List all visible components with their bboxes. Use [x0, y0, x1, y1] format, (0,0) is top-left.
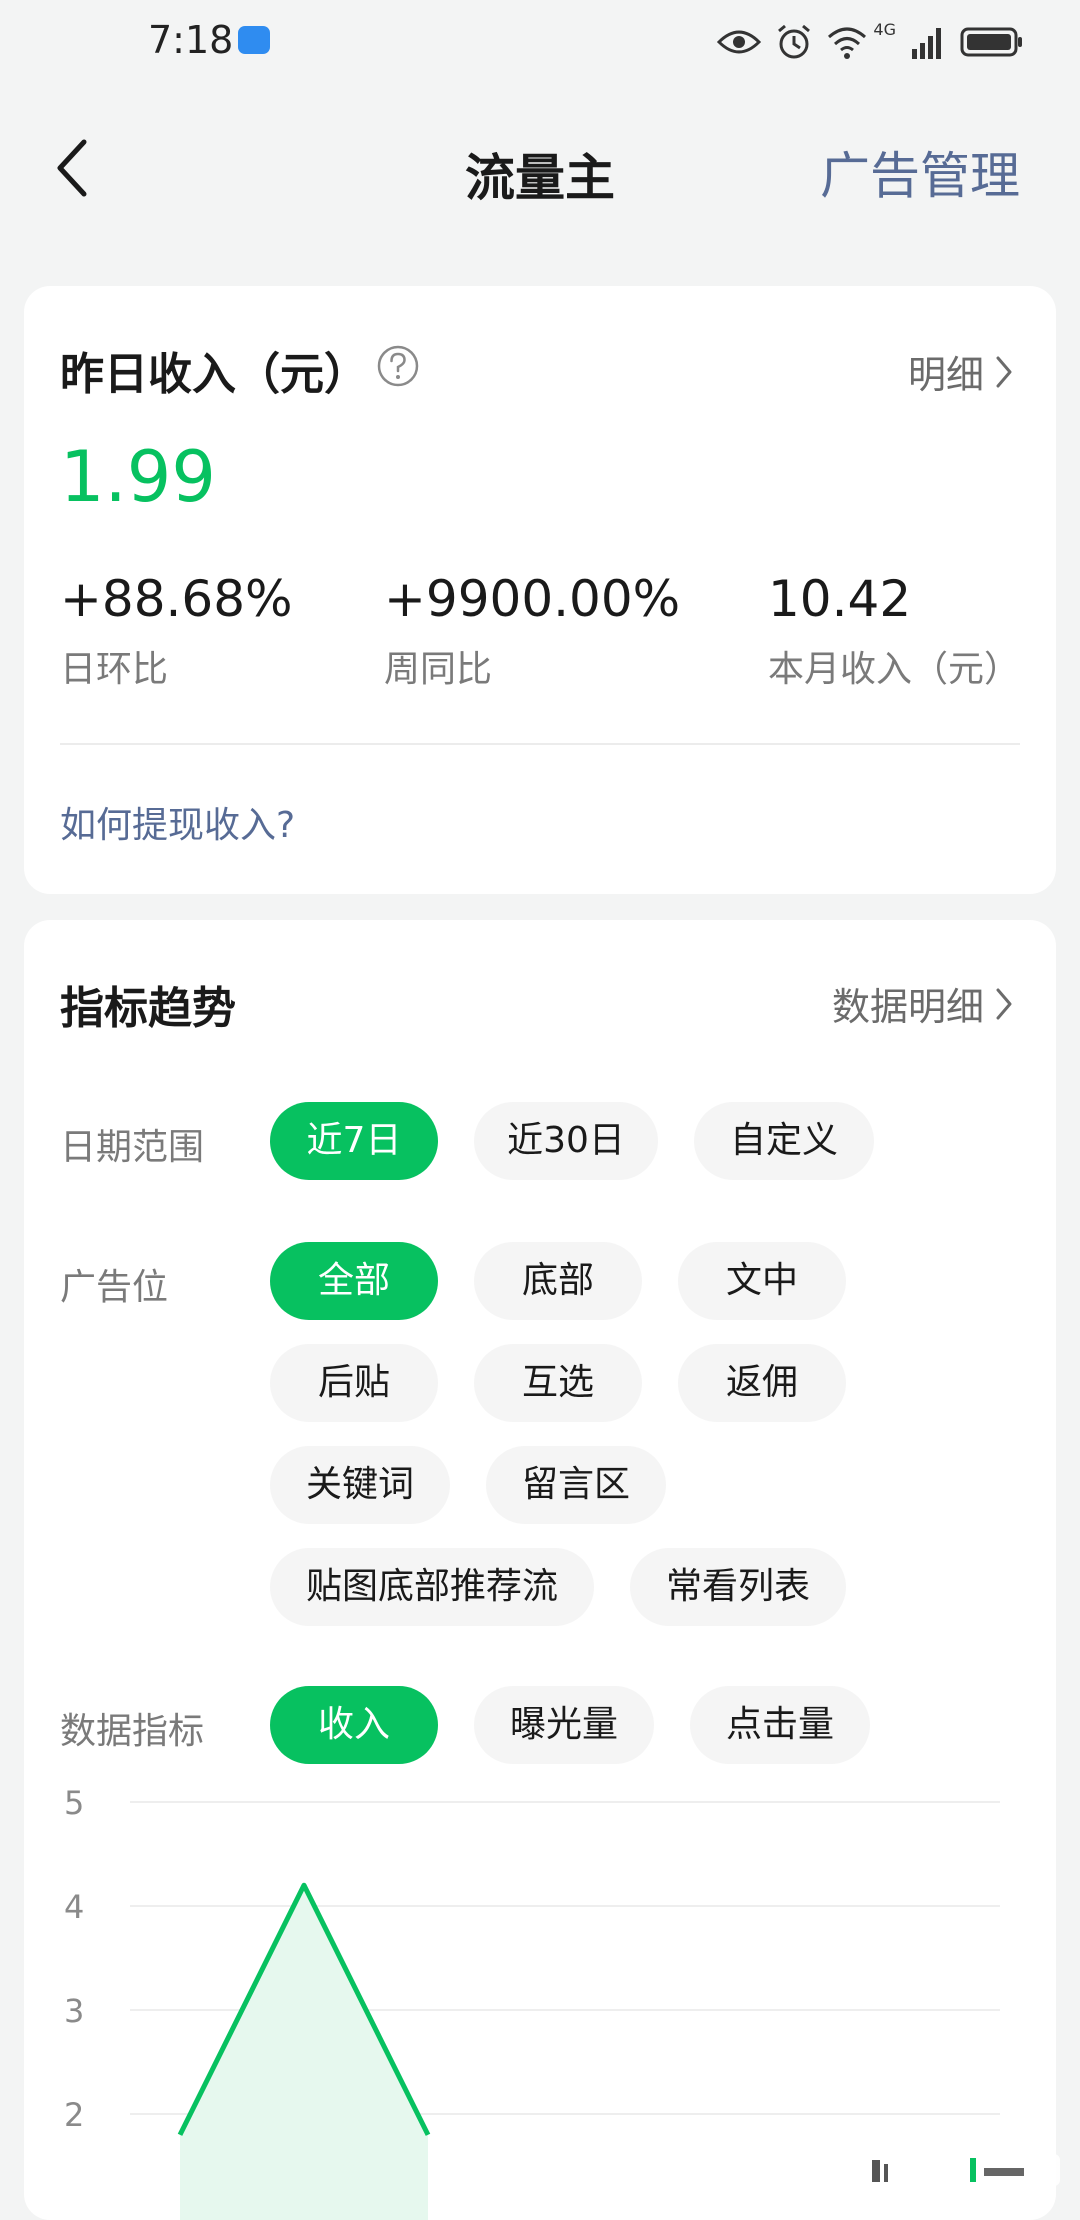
status-icons: 4G	[717, 20, 1024, 64]
status-bar: 7:18 4G	[0, 0, 1080, 84]
ad-position-chip-post-roll[interactable]: 后贴	[270, 1344, 438, 1422]
network-type-label: 4G	[873, 20, 896, 39]
yesterday-income-card: 昨日收入（元） 明细 1.99 +88.68% 日环比 +9900.00% 周同…	[24, 286, 1056, 894]
ad-position-label: 广告位	[60, 1267, 169, 1308]
date-range-label: 日期范围	[60, 1127, 205, 1168]
date-range-chip-custom[interactable]: 自定义	[694, 1102, 874, 1180]
scroll-hint-icon	[800, 2154, 1060, 2186]
chevron-right-icon	[996, 988, 1012, 1019]
notification-app-icon	[238, 26, 270, 54]
stat-value: +9900.00%	[384, 570, 681, 628]
income-detail-label: 明细	[907, 353, 984, 397]
y-tick-label: 3	[64, 1992, 84, 2030]
status-time: 7:18	[148, 18, 234, 62]
ad-position-chip-frequent-list[interactable]: 常看列表	[630, 1548, 846, 1626]
ad-position-chip-mutual[interactable]: 互选	[474, 1344, 642, 1422]
ad-position-chip-all[interactable]: 全部	[270, 1242, 438, 1320]
income-title: 昨日收入（元）	[60, 349, 368, 400]
ad-position-chip-keyword[interactable]: 关键词	[270, 1446, 450, 1524]
y-tick-label: 4	[64, 1888, 84, 1926]
help-icon[interactable]	[376, 344, 420, 388]
data-detail-link[interactable]: 数据明细	[832, 976, 1014, 1031]
stat-day-over-day: +88.68% 日环比	[60, 570, 293, 692]
trend-title: 指标趋势	[60, 983, 236, 1034]
date-range-chip-7d[interactable]: 近7日	[270, 1102, 438, 1180]
stat-month-income: 10.42 本月收入（元）	[768, 570, 1020, 692]
metric-chip-income[interactable]: 收入	[270, 1686, 438, 1764]
stat-label: 日环比	[60, 649, 169, 690]
income-area-fill	[180, 1885, 428, 2220]
alarm-icon	[778, 24, 811, 59]
signal-icon	[912, 28, 941, 59]
y-tick-label: 2	[64, 2096, 84, 2134]
eye-icon	[717, 30, 762, 54]
income-detail-link[interactable]: 明细	[908, 344, 1014, 399]
ad-management-link[interactable]: 广告管理	[820, 136, 1020, 208]
data-detail-label: 数据明细	[831, 985, 984, 1029]
navigation-bar: 流量主 广告管理	[0, 120, 1080, 220]
divider	[60, 743, 1020, 745]
chevron-right-icon	[996, 356, 1012, 387]
wifi-icon	[828, 27, 867, 59]
metric-label: 数据指标	[60, 1711, 205, 1752]
stat-value: 10.42	[768, 570, 912, 628]
metric-trend-card: 指标趋势 数据明细 日期范围 近7日 近30日 自定义 广告位 全部 底部 文中…	[24, 920, 1056, 2220]
stat-week-over-week: +9900.00% 周同比	[384, 570, 680, 692]
metric-chip-impressions[interactable]: 曝光量	[474, 1686, 654, 1764]
ad-position-chip-image-bottom-feed[interactable]: 贴图底部推荐流	[270, 1548, 594, 1626]
ad-position-chip-bottom[interactable]: 底部	[474, 1242, 642, 1320]
stat-label: 周同比	[384, 649, 493, 690]
metric-chip-clicks[interactable]: 点击量	[690, 1686, 870, 1764]
battery-icon	[960, 27, 1022, 57]
ad-position-chip-comments[interactable]: 留言区	[486, 1446, 666, 1524]
ad-position-chip-in-article[interactable]: 文中	[678, 1242, 846, 1320]
stat-value: +88.68%	[60, 570, 293, 628]
ad-position-chip-rebate[interactable]: 返佣	[678, 1344, 846, 1422]
how-to-withdraw-link[interactable]: 如何提现收入?	[60, 796, 295, 848]
y-tick-label: 5	[64, 1784, 84, 1822]
date-range-chip-30d[interactable]: 近30日	[474, 1102, 658, 1180]
yesterday-income-value: 1.99	[60, 436, 216, 518]
stat-label: 本月收入（元）	[768, 649, 1021, 690]
